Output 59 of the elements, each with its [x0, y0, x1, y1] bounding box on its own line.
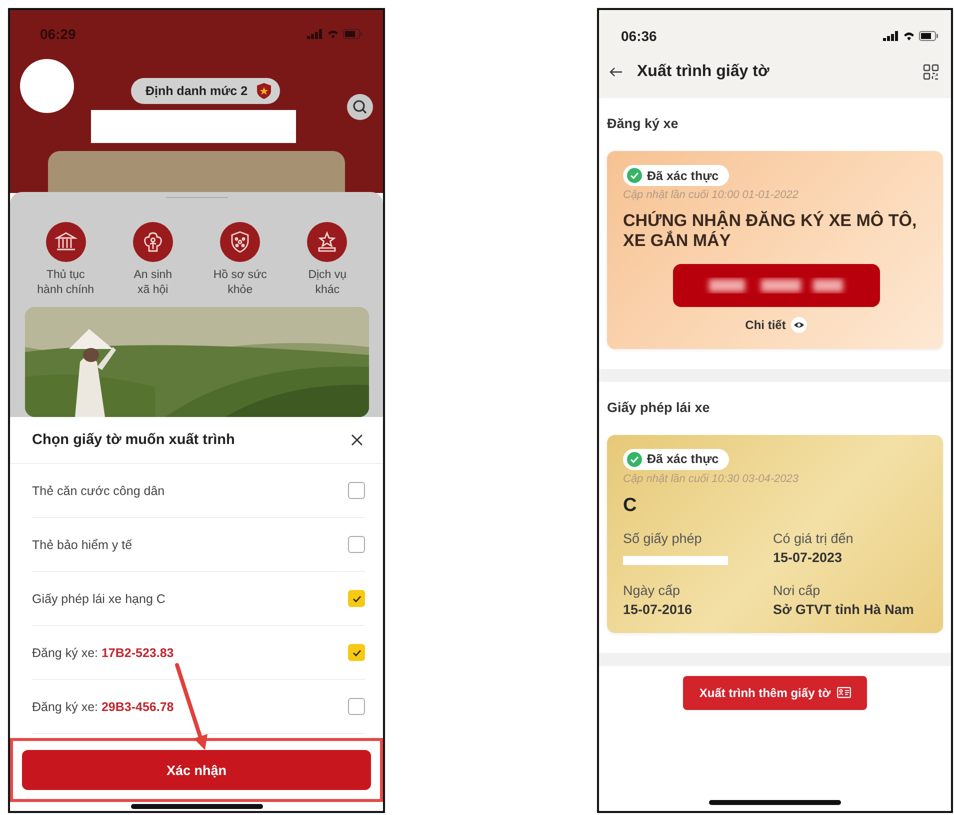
check-circle-icon — [627, 452, 642, 467]
back-arrow-icon[interactable] — [609, 67, 623, 77]
status-time: 06:29 — [40, 26, 76, 42]
checkbox[interactable] — [348, 536, 365, 553]
battery-icon — [343, 29, 363, 39]
level-badge: Định danh mức 2 — [131, 78, 280, 104]
signal-icon — [883, 31, 899, 41]
battery-icon — [919, 31, 939, 41]
service-label[interactable]: Dịch vụ khác — [308, 268, 347, 297]
service-label[interactable]: Thủ tục hành chính — [37, 268, 94, 297]
building-icon[interactable] — [46, 222, 86, 262]
document-title: CHỨNG NHẬN ĐĂNG KÝ XE MÔ TÔ, XE GẮN MÁY — [623, 211, 918, 252]
search-icon[interactable] — [347, 94, 373, 120]
section-heading: Đăng ký xe — [607, 116, 680, 131]
check-icon — [352, 648, 362, 656]
document-option[interactable]: Đăng ký xe: 29B3-456.78 — [32, 700, 174, 714]
checkbox[interactable] — [348, 482, 365, 499]
check-icon — [352, 594, 362, 602]
field-label: Nơi cấp — [773, 582, 822, 598]
confirm-button[interactable]: Xác nhận — [22, 750, 371, 790]
page-title: Xuất trình giấy tờ — [637, 63, 770, 81]
document-card[interactable]: Đã xác thực Cập nhật lần cuối 10:00 01-01-2022 CHỨNG NHẬN ĐĂNG KÝ XE MÔ TÔ, XE GẮN MÁY Chi tiết — [607, 151, 943, 349]
verified-badge: Đã xác thực — [623, 165, 729, 186]
field-label: Số giấy phép — [623, 530, 703, 546]
checkbox[interactable] — [348, 590, 365, 607]
service-label[interactable]: Hồ sơ sức khỏe — [213, 268, 267, 297]
checkbox[interactable] — [348, 644, 365, 661]
details-link[interactable]: Chi tiết — [745, 318, 786, 332]
present-more-button[interactable]: Xuất trình thêm giấy tờ — [683, 676, 867, 710]
field-label: Ngày cấp — [623, 582, 682, 598]
field-value: 15-07-2023 — [773, 550, 844, 565]
field-value: Sở GTVT tỉnh Hà Nam — [773, 602, 915, 617]
field-value: 15-07-2016 — [623, 602, 694, 617]
eye-icon[interactable] — [790, 316, 807, 333]
license-class: C — [623, 494, 638, 517]
field-label: Có giá trị đến — [773, 530, 854, 546]
verified-badge: Đã xác thực — [623, 448, 729, 470]
sheet-title: Chọn giấy tờ muốn xuất trình — [32, 432, 235, 448]
wifi-icon — [327, 29, 339, 39]
shield-icon[interactable] — [220, 222, 260, 262]
qr-code-icon[interactable] — [923, 64, 939, 80]
avatar[interactable] — [20, 59, 74, 113]
status-time: 06:36 — [621, 28, 657, 44]
document-option[interactable]: Thẻ căn cước công dân — [32, 484, 165, 498]
document-option[interactable]: Giấy phép lái xe hạng C — [32, 592, 166, 606]
document-option[interactable]: Đăng ký xe: 17B2-523.83 — [32, 646, 174, 660]
shield-star-icon — [256, 82, 272, 100]
id-card-icon — [836, 687, 851, 698]
document-option[interactable]: Thẻ bảo hiểm y tế — [32, 538, 132, 552]
star-podium-icon[interactable] — [307, 222, 348, 262]
close-icon[interactable] — [351, 434, 363, 446]
checkbox[interactable] — [348, 698, 365, 715]
updated-time: Cập nhật lần cuối 10:00 01-01-2022 — [623, 189, 800, 201]
wifi-icon — [903, 31, 915, 41]
service-label[interactable]: An sinh xã hội — [134, 268, 172, 297]
signal-icon — [307, 29, 323, 39]
check-circle-icon — [627, 168, 642, 183]
flower-person-icon[interactable] — [132, 222, 173, 262]
section-heading: Giấy phép lái xe — [607, 400, 711, 415]
